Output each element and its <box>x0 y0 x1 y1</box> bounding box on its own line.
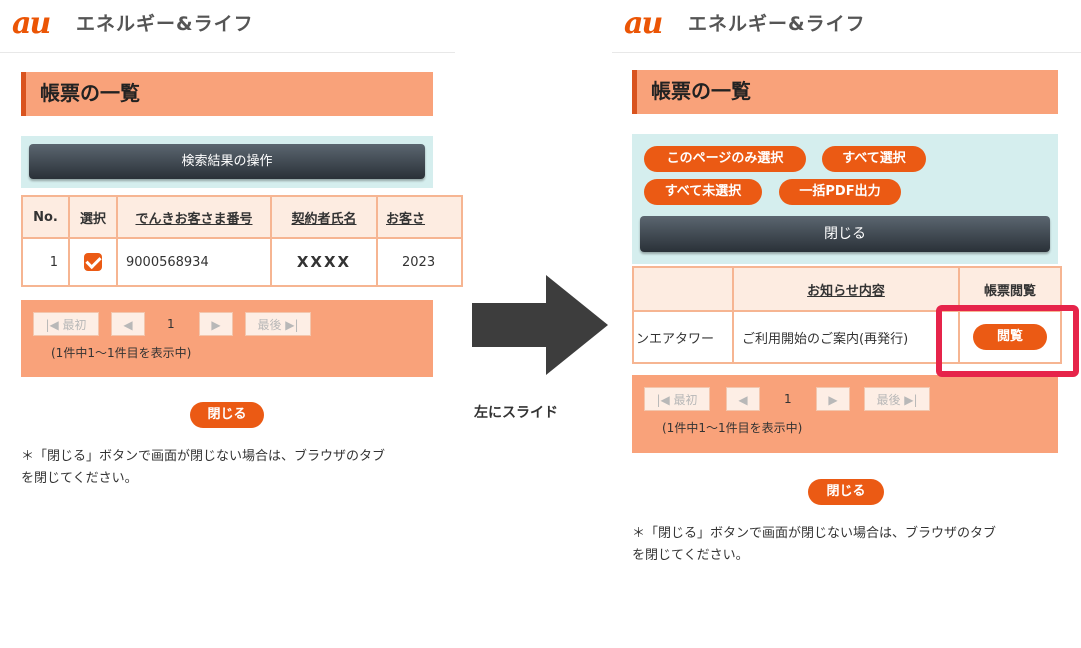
brand-name: エネルギー&ライフ <box>76 13 254 35</box>
pager-first-button[interactable]: |◀ 最初 <box>644 387 710 411</box>
col-header-customer-partial[interactable]: お客さ <box>376 195 463 239</box>
left-screenshot: au エネルギー&ライフ 帳票の一覧 検索結果の操作 No. 選択 でんきお客さ… <box>0 0 463 648</box>
note-line-1: ＊「閉じる」ボタンで画面が閉じない場合は、ブラウザのタブ <box>21 449 386 464</box>
col-header-select: 選択 <box>68 195 118 239</box>
unselect-all-button[interactable]: すべて未選択 <box>644 179 762 205</box>
au-logo: au <box>624 6 663 41</box>
col-header-notice[interactable]: お知らせ内容 <box>732 266 960 312</box>
col-header-no: No. <box>21 195 70 239</box>
pager-last-button[interactable]: 最後 ▶| <box>864 387 930 411</box>
note-line-2: を閉じてください。 <box>632 548 749 563</box>
pager-last-label: 最後 <box>257 318 282 332</box>
row-partial: ンエアタワー <box>632 310 734 364</box>
pager-first-button[interactable]: |◀ 最初 <box>33 312 99 336</box>
row-select-checkbox[interactable] <box>84 253 102 271</box>
view-button-highlight <box>936 305 1079 377</box>
select-all-button[interactable]: すべて選択 <box>822 146 926 172</box>
pager-last-label: 最後 <box>876 393 901 407</box>
right-screenshot: au エネルギー&ライフ 帳票の一覧 このページのみ選択 すべて選択 すべて未選… <box>612 0 1081 648</box>
row-partial: 2023 <box>376 237 463 287</box>
row-notice: ご利用開始のご案内(再発行) <box>732 310 960 364</box>
close-note: ＊「閉じる」ボタンで画面が閉じない場合は、ブラウザのタブ を閉じてください。 <box>632 523 1072 567</box>
pager-next-button[interactable]: ▶ <box>199 312 233 336</box>
note-line-2: を閉じてください。 <box>21 471 138 486</box>
page-title-bar: 帳票の一覧 <box>21 72 433 116</box>
pager-page-number: 1 <box>784 392 792 406</box>
document-table: No. 選択 でんきお客さま番号 契約者氏名 お客さ 1 9000568934 … <box>21 195 463 287</box>
close-button[interactable]: 閉じる <box>808 479 884 505</box>
slide-arrow-icon <box>472 275 608 375</box>
page-title: 帳票の一覧 <box>651 79 751 103</box>
pager-last-button[interactable]: 最後 ▶| <box>245 312 311 336</box>
row-select-cell <box>68 237 118 287</box>
search-results-ops-button[interactable]: 検索結果の操作 <box>29 144 425 179</box>
row-contract-name: XXXX <box>270 237 378 287</box>
close-ops-button[interactable]: 閉じる <box>640 216 1050 252</box>
bulk-pdf-button[interactable]: 一括PDF出力 <box>779 179 901 205</box>
close-button[interactable]: 閉じる <box>190 402 264 428</box>
table-row: 1 9000568934 XXXX 2023 <box>21 237 463 287</box>
pager-area: |◀ 最初 ◀ 1 ▶ 最後 ▶| (1件中1〜1件目を表示中) <box>632 375 1058 453</box>
pager-status: (1件中1〜1件目を表示中) <box>51 346 192 360</box>
page-title-bar: 帳票の一覧 <box>632 70 1058 114</box>
pager-next-button[interactable]: ▶ <box>816 387 850 411</box>
pager-prev-button[interactable]: ◀ <box>726 387 760 411</box>
col-header-customer-number[interactable]: でんきお客さま番号 <box>116 195 272 239</box>
row-customer-number: 9000568934 <box>116 237 272 287</box>
pager-prev-button[interactable]: ◀ <box>111 312 145 336</box>
site-header: au エネルギー&ライフ <box>0 0 455 53</box>
pager-page-number: 1 <box>167 317 175 331</box>
pager-first-label: 最初 <box>673 393 698 407</box>
col-header-partial <box>632 266 734 312</box>
pager-area: |◀ 最初 ◀ 1 ▶ 最後 ▶| (1件中1〜1件目を表示中) <box>21 300 433 377</box>
close-note: ＊「閉じる」ボタンで画面が閉じない場合は、ブラウザのタブ を閉じてください。 <box>21 446 451 490</box>
site-header: au エネルギー&ライフ <box>612 0 1081 53</box>
search-ops-area: 検索結果の操作 <box>21 136 433 188</box>
page-title: 帳票の一覧 <box>40 81 140 105</box>
note-line-1: ＊「閉じる」ボタンで画面が閉じない場合は、ブラウザのタブ <box>632 526 997 541</box>
pager-status: (1件中1〜1件目を表示中) <box>662 421 803 435</box>
pager-first-label: 最初 <box>62 318 87 332</box>
brand-name: エネルギー&ライフ <box>688 13 866 35</box>
select-page-button[interactable]: このページのみ選択 <box>644 146 806 172</box>
au-logo: au <box>12 6 51 41</box>
row-no: 1 <box>21 237 70 287</box>
search-ops-area: このページのみ選択 すべて選択 すべて未選択 一括PDF出力 閉じる <box>632 134 1058 264</box>
slide-caption: 左にスライド <box>474 405 558 421</box>
col-header-contract-name[interactable]: 契約者氏名 <box>270 195 378 239</box>
